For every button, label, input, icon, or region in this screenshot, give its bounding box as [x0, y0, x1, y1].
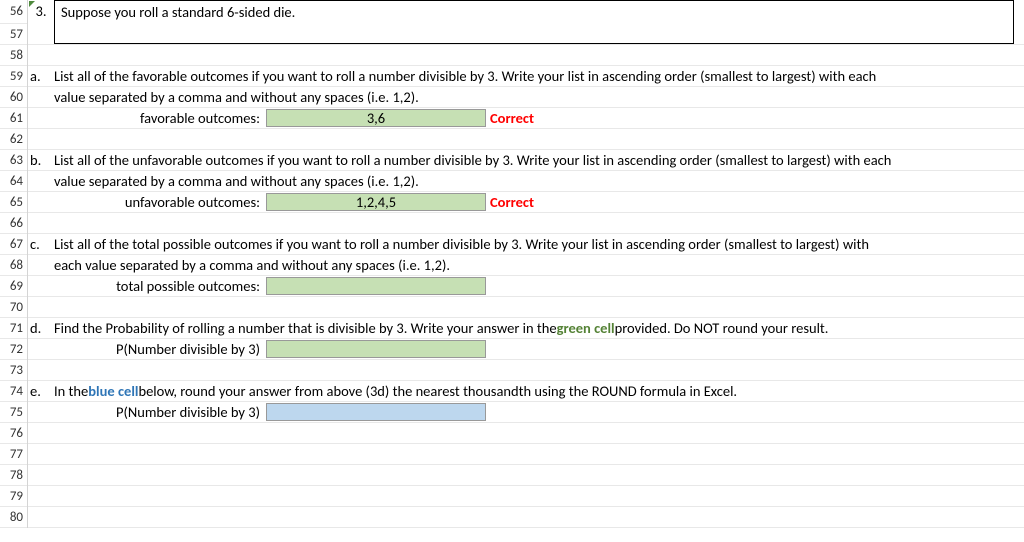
row-number[interactable]: 79 — [0, 486, 27, 507]
unfavorable-outcomes-value: 1,2,4,5 — [356, 193, 396, 211]
row-number[interactable]: 66 — [0, 213, 27, 234]
row-number[interactable]: 74 — [0, 381, 27, 402]
row-number[interactable]: 65 — [0, 192, 27, 213]
row-number[interactable]: 59 — [0, 66, 27, 87]
part-a-line1[interactable]: a. List all of the favorable outcomes if… — [28, 66, 1024, 87]
part-a-status: Correct — [486, 109, 534, 127]
part-c-text2: each value separated by a comma and with… — [54, 255, 1024, 275]
probability-e-input[interactable] — [266, 403, 486, 421]
row-number[interactable]: 61 — [0, 108, 27, 129]
part-c-answer-row[interactable]: total possible outcomes: — [28, 276, 1024, 297]
favorable-outcomes-value: 3,6 — [367, 109, 385, 127]
row-number[interactable]: 60 — [0, 87, 27, 108]
part-b-line1[interactable]: b. List all of the unfavorable outcomes … — [28, 150, 1024, 171]
green-cell-phrase: green cell — [557, 319, 615, 337]
blue-cell-phrase: blue cell — [88, 382, 138, 400]
row-number[interactable]: 72 — [0, 339, 27, 360]
row-number[interactable]: 73 — [0, 360, 27, 381]
part-b-letter: b. — [28, 150, 54, 170]
row-number-gutter: 56 57 58 59 60 61 62 63 64 65 66 67 68 6… — [0, 0, 28, 528]
part-a-text1: List all of the favorable outcomes if yo… — [54, 66, 1024, 86]
total-possible-outcomes-label: total possible outcomes: — [76, 276, 266, 296]
probability-e-label: P(Number divisible by 3) — [76, 402, 266, 422]
blank-row[interactable] — [28, 213, 1024, 234]
part-e-post: below, round your answer from above (3d)… — [138, 382, 737, 400]
part-d-post: provided. Do NOT round your result. — [615, 319, 829, 337]
row-number[interactable]: 75 — [0, 402, 27, 423]
row-number[interactable]: 80 — [0, 507, 27, 528]
unfavorable-outcomes-input[interactable]: 1,2,4,5 — [266, 193, 486, 211]
part-d-letter: d. — [28, 318, 54, 338]
part-c-text1: List all of the total possible outcomes … — [54, 234, 1024, 254]
part-e-pre: In the — [54, 382, 88, 400]
question-title-box[interactable]: Suppose you roll a standard 6-sided die. — [54, 0, 1014, 44]
part-b-text2: value separated by a comma and without a… — [54, 171, 1024, 191]
row-number[interactable]: 57 — [0, 24, 27, 45]
row-number[interactable]: 76 — [0, 423, 27, 444]
blank-row[interactable] — [28, 129, 1024, 150]
blank-row[interactable] — [28, 486, 1024, 507]
blank-row[interactable] — [28, 507, 1024, 528]
row-number[interactable]: 64 — [0, 171, 27, 192]
part-c-letter: c. — [28, 234, 54, 254]
favorable-outcomes-label: favorable outcomes: — [76, 108, 266, 128]
blank-row[interactable] — [28, 444, 1024, 465]
row-number[interactable]: 56 — [0, 0, 27, 24]
part-d-pre: Find the Probability of rolling a number… — [54, 319, 557, 337]
probability-d-label: P(Number divisible by 3) — [76, 339, 266, 359]
row-number[interactable]: 71 — [0, 318, 27, 339]
row-number[interactable]: 68 — [0, 255, 27, 276]
part-d-line1[interactable]: d. Find the Probability of rolling a num… — [28, 318, 1024, 339]
part-b-answer-row[interactable]: unfavorable outcomes: 1,2,4,5 Correct — [28, 192, 1024, 213]
part-e-line1[interactable]: e. In the blue cell below, round your an… — [28, 381, 1024, 402]
part-a-letter: a. — [28, 66, 54, 86]
question-header: 3. Suppose you roll a standard 6-sided d… — [28, 0, 1024, 45]
question-number: 3. — [35, 2, 46, 20]
part-d-answer-row[interactable]: P(Number divisible by 3) — [28, 339, 1024, 360]
total-possible-outcomes-input[interactable] — [266, 277, 486, 295]
blank-row[interactable] — [28, 360, 1024, 381]
part-e-answer-row[interactable]: P(Number divisible by 3) — [28, 402, 1024, 423]
row-number[interactable]: 69 — [0, 276, 27, 297]
grid-body: 3. Suppose you roll a standard 6-sided d… — [28, 0, 1024, 528]
part-b-text1: List all of the unfavorable outcomes if … — [54, 150, 1024, 170]
part-a-line2[interactable]: value separated by a comma and without a… — [28, 87, 1024, 108]
row-number[interactable]: 78 — [0, 465, 27, 486]
probability-d-input[interactable] — [266, 340, 486, 358]
row-number[interactable]: 70 — [0, 297, 27, 318]
part-e-letter: e. — [28, 381, 54, 401]
blank-row[interactable] — [28, 45, 1024, 66]
row-number[interactable]: 67 — [0, 234, 27, 255]
question-title: Suppose you roll a standard 6-sided die. — [61, 3, 295, 21]
unfavorable-outcomes-label: unfavorable outcomes: — [76, 192, 266, 212]
part-c-line1[interactable]: c. List all of the total possible outcom… — [28, 234, 1024, 255]
row-number[interactable]: 62 — [0, 129, 27, 150]
part-c-line2[interactable]: each value separated by a comma and with… — [28, 255, 1024, 276]
part-b-line2[interactable]: value separated by a comma and without a… — [28, 171, 1024, 192]
part-b-status: Correct — [486, 193, 534, 211]
row-number[interactable]: 58 — [0, 45, 27, 66]
row-number[interactable]: 77 — [0, 444, 27, 465]
blank-row[interactable] — [28, 465, 1024, 486]
question-number-cell[interactable]: 3. — [28, 0, 54, 44]
row-number[interactable]: 63 — [0, 150, 27, 171]
part-a-answer-row[interactable]: favorable outcomes: 3,6 Correct — [28, 108, 1024, 129]
worksheet-area: 56 57 58 59 60 61 62 63 64 65 66 67 68 6… — [0, 0, 1024, 528]
favorable-outcomes-input[interactable]: 3,6 — [266, 109, 486, 127]
part-e-text: In the blue cell below, round your answe… — [54, 381, 1024, 401]
part-d-text: Find the Probability of rolling a number… — [54, 318, 1024, 338]
part-a-text2: value separated by a comma and without a… — [54, 87, 1024, 107]
blank-row[interactable] — [28, 297, 1024, 318]
blank-row[interactable] — [28, 423, 1024, 444]
